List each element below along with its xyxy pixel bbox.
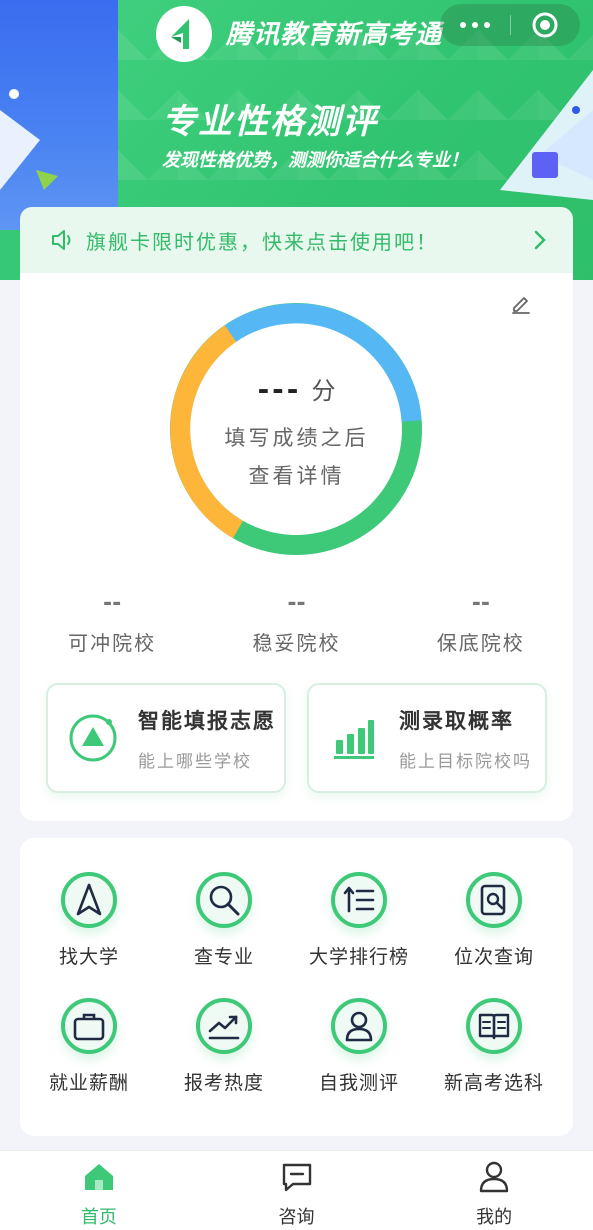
tool-employment-salary[interactable]: 就业薪酬 [20,998,158,1095]
score-value: --- [257,373,302,406]
score-hint-line1: 填写成绩之后 [224,426,369,450]
tool-label: 查专业 [193,946,254,968]
logo-mark-icon [171,19,189,49]
category-label: 稳妥院校 [252,631,341,655]
dot-icon [471,22,478,28]
category-label: 可冲院校 [68,631,157,655]
tool-label: 就业薪酬 [48,1072,129,1094]
search-icon [209,885,240,916]
mini-program-capsule[interactable] [440,4,580,46]
navigation-arrow-icon [76,883,102,916]
speaker-icon [52,230,71,250]
tool-search-major[interactable]: 查专业 [155,872,293,969]
tool-application-heat[interactable]: 报考热度 [155,998,293,1095]
tools-grid: 找大学 查专业 大学排行榜 位次查询 就业薪酬 报考热度 自我测评 新高考选科 [20,838,573,1136]
briefcase-icon [73,1013,105,1041]
score-unit: 分 [311,377,336,405]
tab-label: 首页 [80,1207,117,1228]
home-icon [84,1164,113,1190]
tool-icon-circle [61,872,117,928]
tool-subject-selection[interactable]: 新高考选科 [425,998,563,1095]
tool-label: 找大学 [58,946,119,968]
category-safety[interactable]: -- 保底院校 [389,591,573,656]
bar-chart-icon [334,720,374,759]
paper-plane-right-icon [500,70,593,200]
action-title: 测录取概率 [399,708,514,733]
score-hint-line2: 查看详情 [248,464,345,488]
tool-find-university[interactable]: 找大学 [20,872,158,969]
tool-icon-circle [331,872,387,928]
app-title: 腾讯教育新高考通 [226,20,443,50]
tool-icon-circle [196,872,252,928]
school-category-row: -- 可冲院校 -- 稳妥院校 -- 保底院校 [20,591,573,656]
tool-self-assessment[interactable]: 自我测评 [290,998,428,1095]
tool-icon-circle [466,872,522,928]
category-label: 保底院校 [436,631,525,655]
tool-university-ranking[interactable]: 大学排行榜 [290,872,428,969]
tab-label: 我的 [476,1207,513,1228]
admission-probability-button[interactable]: 测录取概率 能上目标院校吗 [307,683,547,793]
person-icon [345,1011,373,1042]
chat-icon [282,1163,311,1192]
close-mini-program-button[interactable] [511,11,581,39]
promo-notice-bar[interactable]: 旗舰卡限时优惠，快来点击使用吧！ [20,207,573,273]
score-card: --- 分 填写成绩之后 查看详情 -- 可冲院校 -- 稳妥院校 -- 保底院校… [20,273,573,821]
app-logo [156,6,212,62]
notice-text: 旗舰卡限时优惠，快来点击使用吧！ [86,229,438,254]
tool-label: 自我测评 [318,1072,399,1094]
tool-icon-circle [196,998,252,1054]
ranking-list-icon [343,886,375,913]
category-reach[interactable]: -- 可冲院校 [20,591,204,656]
tool-icon-circle [466,998,522,1054]
book-icon [478,1013,510,1040]
triangle-target-icon [69,714,117,762]
edit-score-button[interactable] [501,283,541,323]
tool-label: 大学排行榜 [308,946,409,968]
action-title: 智能填报志愿 [138,708,276,733]
hero-title: 专业性格测评 [162,102,378,142]
trend-chart-icon [208,1015,240,1040]
dot-icon [483,22,490,28]
tab-home[interactable]: 首页 [0,1151,198,1230]
more-menu-button[interactable] [440,22,510,28]
tool-label: 报考热度 [183,1072,264,1094]
category-value: -- [471,591,490,616]
target-close-icon [532,12,558,38]
chevron-right-icon [534,230,546,250]
tab-mine[interactable]: 我的 [395,1151,593,1230]
tool-icon-circle [61,998,117,1054]
hero-subtitle: 发现性格优势，测测你适合什么专业！ [162,150,468,171]
document-search-icon [480,884,506,916]
smart-application-button[interactable]: 智能填报志愿 能上哪些学校 [46,683,286,793]
tab-label: 咨询 [278,1207,315,1228]
category-match[interactable]: -- 稳妥院校 [204,591,388,656]
paper-plane-left-icon [0,89,58,190]
category-value: -- [287,591,306,616]
tool-icon-circle [331,998,387,1054]
tool-rank-query[interactable]: 位次查询 [425,872,563,969]
category-value: -- [103,591,122,616]
tool-label: 新高考选科 [443,1072,544,1094]
action-subtitle: 能上目标院校吗 [399,751,532,772]
action-subtitle: 能上哪些学校 [138,751,252,772]
dot-icon [459,22,466,28]
tab-consult[interactable]: 咨询 [198,1151,396,1230]
score-display: --- 分 [20,371,573,406]
user-icon [479,1161,509,1193]
pencil-icon [512,297,530,314]
tool-label: 位次查询 [453,946,534,968]
score-hint: 填写成绩之后 查看详情 [20,419,573,495]
bottom-tab-bar: 首页 咨询 我的 [0,1150,593,1230]
